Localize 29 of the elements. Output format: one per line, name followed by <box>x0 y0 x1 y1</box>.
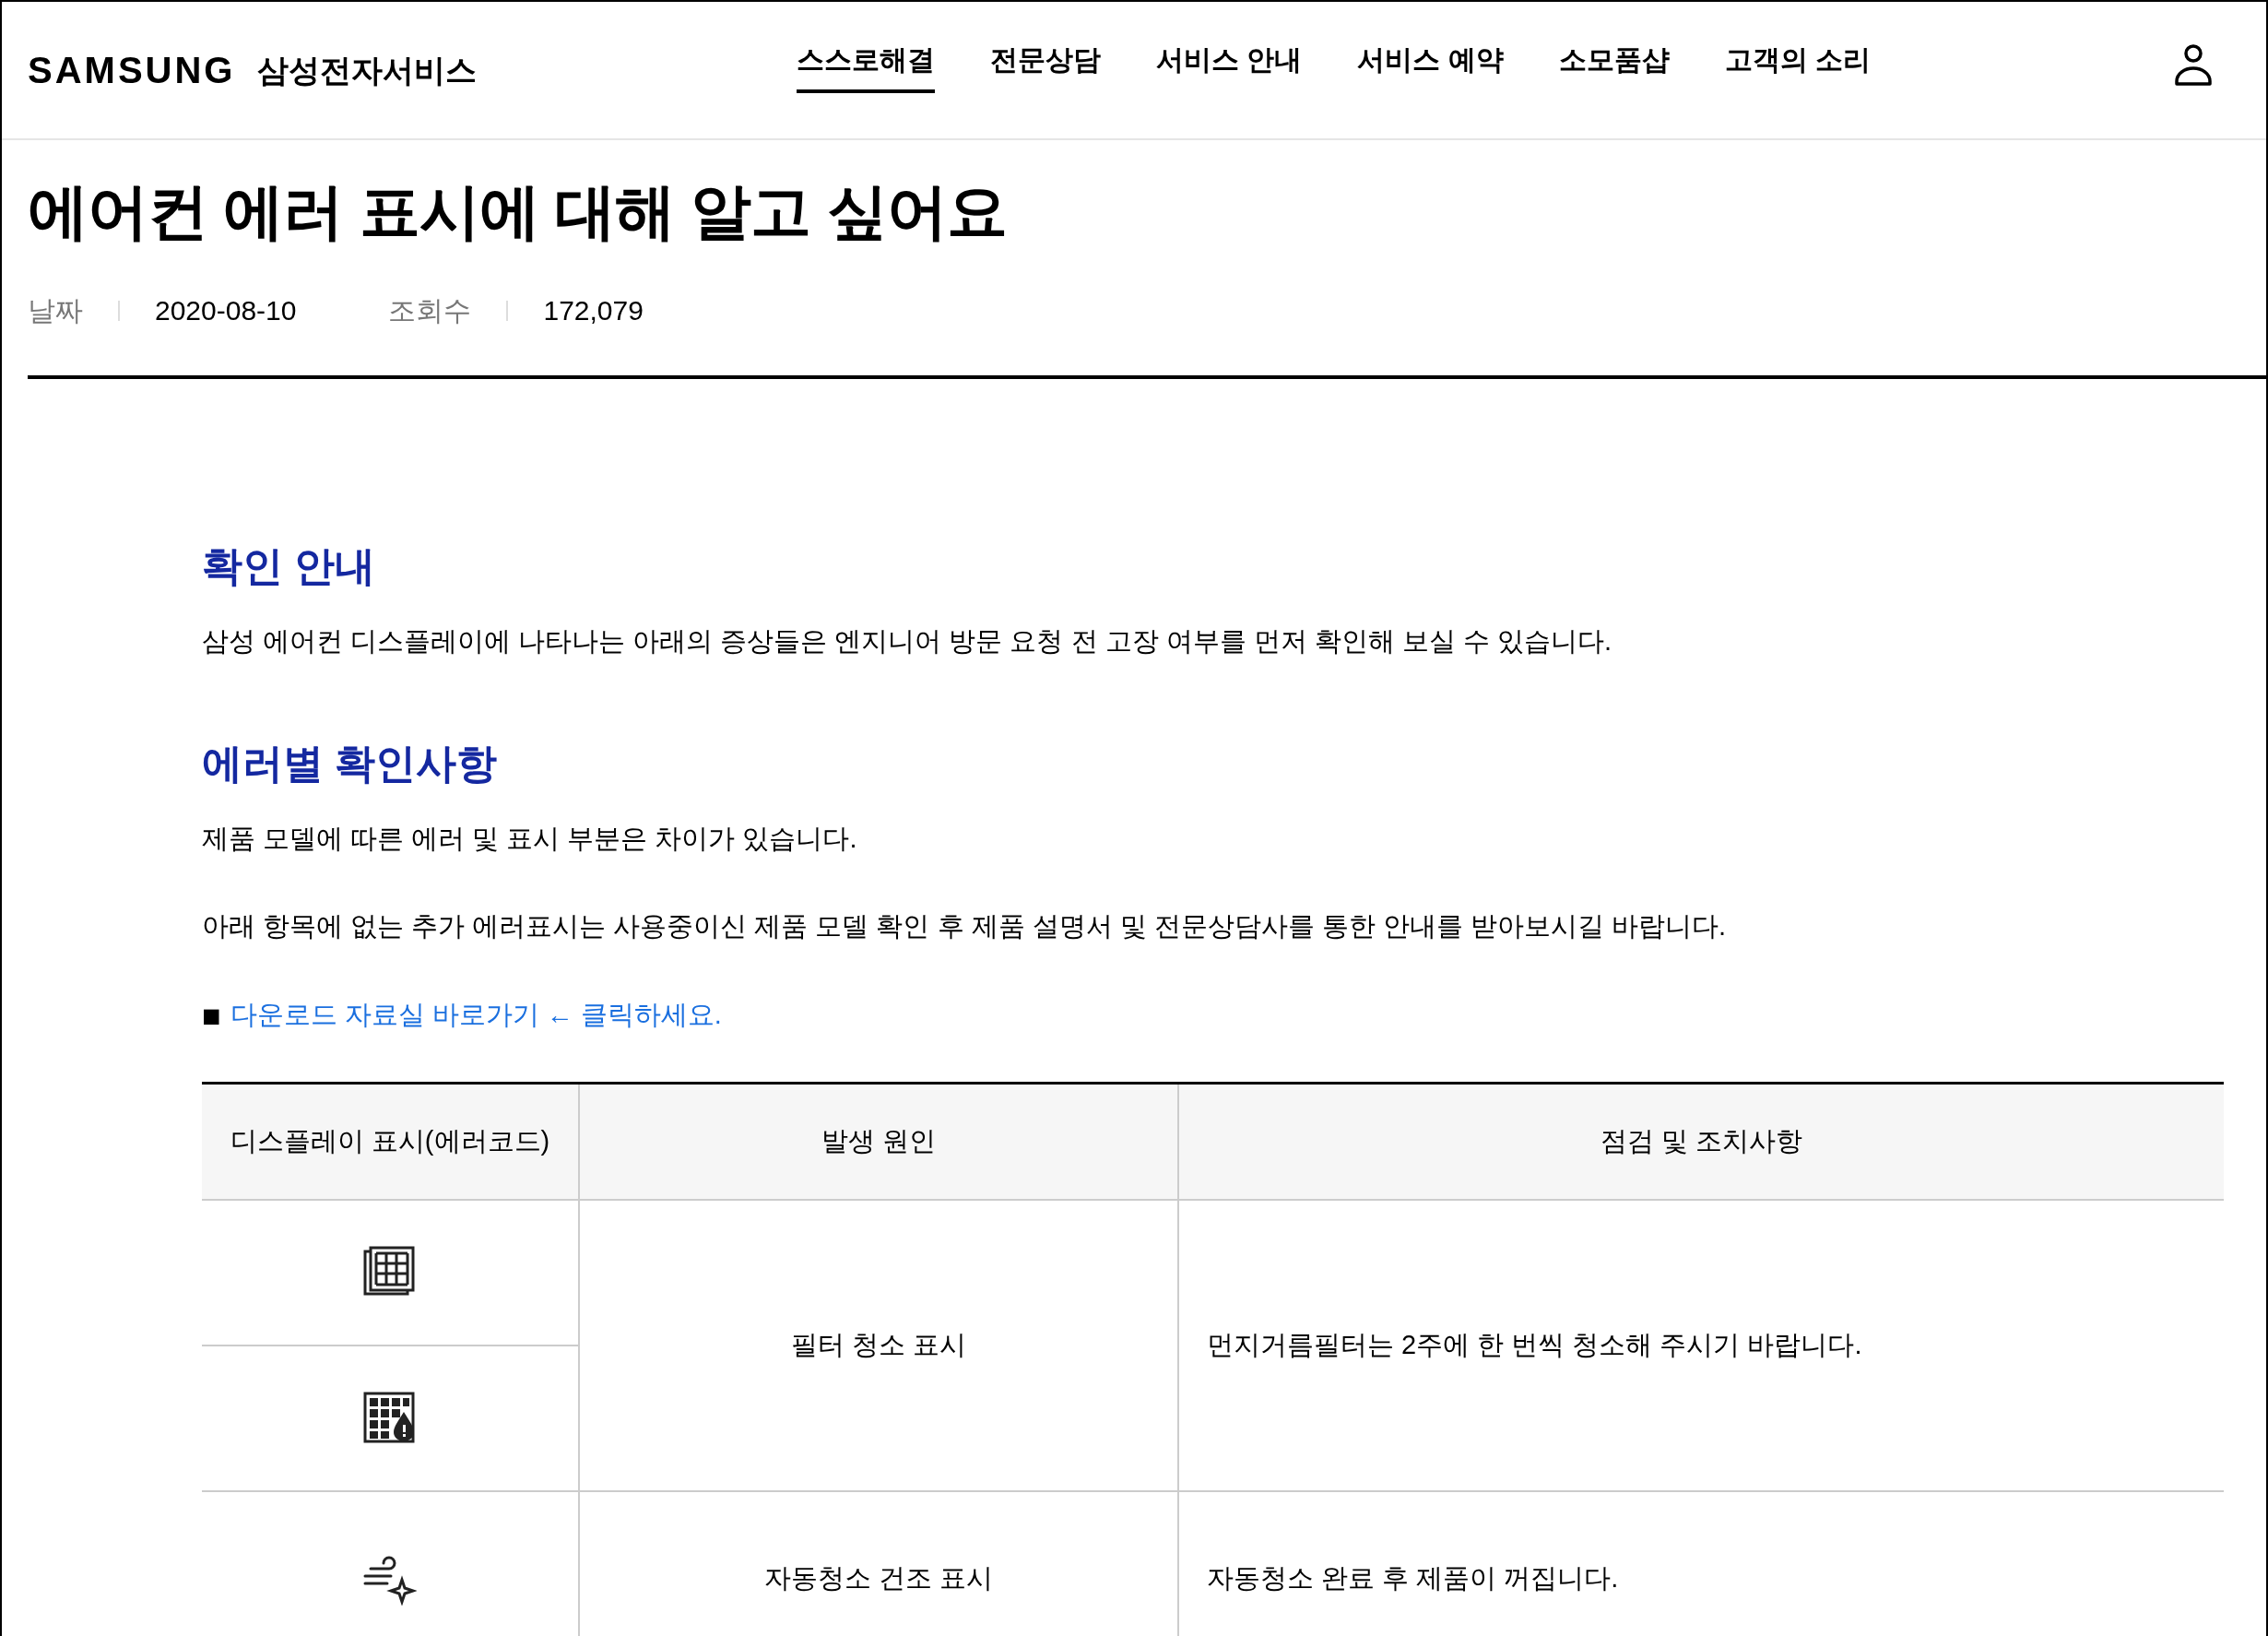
nav-tab[interactable]: 고객의 소리 <box>1724 39 1872 93</box>
service-name: 삼성전자서비스 <box>257 51 478 89</box>
download-link[interactable]: 다운로드 자료실 바로가기 ← 클릭하세요. <box>230 995 722 1036</box>
paragraph: 삼성 에어컨 디스플레이에 나타나는 아래의 증상들은 엔지니어 방문 요청 전 고장 여부를 먼저 확인해 보실 수 있습니다. <box>202 625 1612 658</box>
section-heading: 확인 안내 <box>202 542 377 590</box>
column-header: 발생 원인 <box>579 1083 1178 1200</box>
section-heading: 에러별 확인사항 <box>202 740 499 788</box>
nav-tab[interactable]: 서비스 안내 <box>1156 39 1303 93</box>
paragraph: 아래 항목에 없는 추가 에러표시는 사용중이신 제품 모델 확인 후 제품 설명서 및 전문상담사를 통한 안내를 받아보시길 바랍니다. <box>202 910 1728 942</box>
paragraph: 제품 모델에 따른 에러 및 표시 부분은 차이가 있습니다. <box>202 823 858 855</box>
column-header: 점검 및 조치사항 <box>1178 1083 2224 1200</box>
action-cell: 먼지거름필터는 2주에 한 번씩 청소해 주시기 바랍니다. <box>1178 1200 2224 1491</box>
user-icon[interactable] <box>2174 44 2213 87</box>
nav-tab[interactable]: 소모품샵 <box>1558 39 1670 93</box>
column-header: 디스플레이 표시(에러코드) <box>202 1083 579 1200</box>
cause-cell: 필터 청소 표시 <box>579 1200 1178 1491</box>
article-title: 에어컨 에러 표시에 대해 알고 싶어요 <box>28 181 1008 242</box>
cause-cell: 자동청소 건조 표시 <box>579 1491 1178 1636</box>
nav-tab[interactable]: 서비스 예약 <box>1357 39 1504 93</box>
nav-tab[interactable]: 전문상담 <box>990 39 1101 93</box>
action-cell: 자동청소 완료 후 제품이 꺼집니다. <box>1178 1491 2224 1636</box>
meta-value: 172,079 <box>543 294 644 327</box>
meta-label: 조회수 <box>388 294 472 327</box>
filter-drop-icon <box>363 1392 417 1445</box>
nav-tab[interactable]: 스스로해결 <box>797 39 935 93</box>
brand-logo[interactable]: SAMSUNG <box>28 42 236 98</box>
bullet-glyph: ■ <box>202 999 221 1031</box>
meta-value: 2020-08-10 <box>155 294 297 327</box>
meta-label: 날짜 <box>28 294 83 327</box>
